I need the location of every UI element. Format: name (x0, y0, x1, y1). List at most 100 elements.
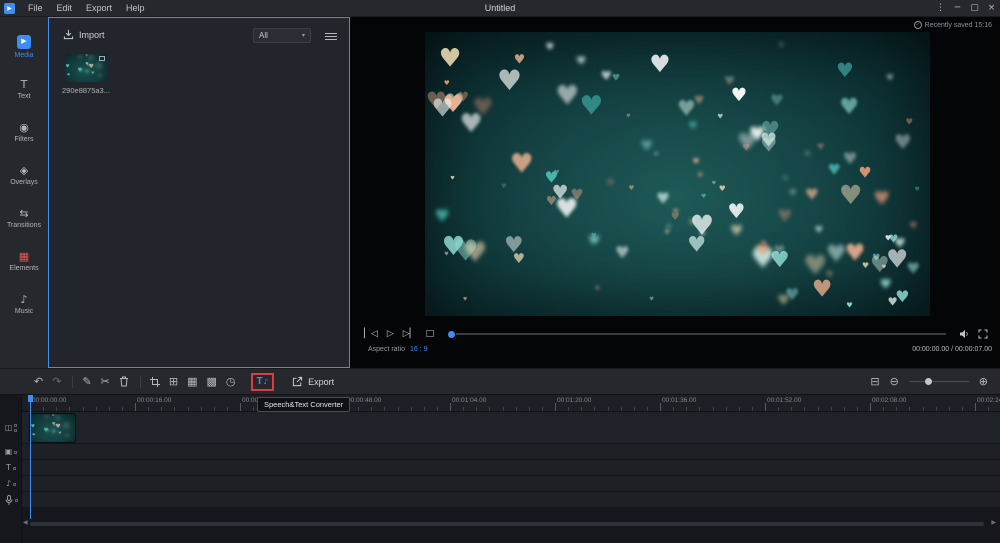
volume-icon[interactable] (959, 329, 970, 339)
video-track-header[interactable]: ◫ (0, 412, 22, 444)
import-button[interactable]: Import (63, 29, 105, 40)
ruler-tick (844, 407, 845, 411)
zoom-frame-icon[interactable]: ⊞ (169, 376, 178, 387)
heart-shape: ♥ (805, 153, 810, 159)
ruler-tick (83, 407, 84, 411)
play-button[interactable]: ▷ (387, 330, 394, 339)
track-lock-icons[interactable] (13, 467, 16, 470)
text-track[interactable] (22, 460, 1000, 476)
zoom-out-icon[interactable]: ⊖ (890, 376, 899, 387)
heart-shape: ♥ (463, 239, 488, 266)
sidebar-item-text[interactable]: T Text (0, 68, 48, 111)
duration-icon[interactable]: ◷ (226, 376, 236, 387)
heart-shape: ♥ (777, 294, 790, 308)
music-track-header[interactable]: ♪ (0, 476, 22, 492)
speech-text-converter-button[interactable]: T ♪ (251, 373, 275, 391)
crop-icon[interactable] (150, 377, 160, 387)
timeline-video-clip[interactable]: ♥♥♥♥♥♥♥♥♥♥♥♥♥♥♥♥ (30, 414, 75, 442)
sidebar-item-transitions[interactable]: ⇆ Transitions (0, 197, 48, 240)
heart-shape: ♥ (85, 70, 89, 74)
music-track[interactable] (22, 476, 1000, 492)
voice-track[interactable] (22, 492, 1000, 508)
menu-edit[interactable]: Edit (50, 3, 80, 13)
heart-shape: ♥ (442, 93, 463, 117)
more-options-icon[interactable]: ⋮ (932, 3, 949, 13)
sidebar-item-elements[interactable]: ▦ Elements (0, 240, 48, 283)
menu-help[interactable]: Help (119, 3, 152, 13)
fit-timeline-icon[interactable]: ⊟ (870, 376, 879, 387)
pip-track-header[interactable]: ▣ (0, 444, 22, 460)
video-track[interactable] (22, 412, 1000, 444)
zoom-in-icon[interactable]: ⊕ (979, 376, 988, 387)
undo-icon[interactable]: ↶ (34, 376, 43, 387)
zoom-slider-knob[interactable] (925, 378, 932, 385)
music-track-icon: ♪ (6, 480, 11, 488)
pip-track[interactable] (22, 444, 1000, 460)
previous-frame-button[interactable]: ▏◁ (364, 330, 378, 339)
recently-saved-text: Recently saved 15:16 (925, 22, 992, 29)
mosaic-icon[interactable]: ▩ (207, 376, 217, 387)
ruler-tick (529, 407, 530, 411)
redo-icon[interactable]: ↷ (52, 376, 61, 387)
heart-shape: ♥ (78, 55, 81, 59)
scroll-right-icon[interactable]: ▶ (991, 519, 996, 526)
heart-shape: ♥ (513, 253, 525, 267)
track-lock-icons[interactable] (15, 499, 18, 502)
seek-handle[interactable] (448, 331, 455, 338)
ruler-tick (883, 407, 884, 411)
sidebar-item-media[interactable]: ▶ Media (0, 25, 48, 68)
heart-shape: ♥ (858, 167, 871, 182)
aspect-ratio-value[interactable]: 16 : 9 (410, 346, 428, 353)
maximize-button[interactable]: ▢ (966, 3, 983, 13)
seek-bar[interactable] (448, 331, 946, 338)
heart-shape: ♥ (839, 96, 859, 118)
track-lock-icons[interactable] (14, 424, 17, 432)
heart-shape: ♥ (783, 176, 788, 182)
playhead[interactable] (30, 395, 31, 519)
heart-shape: ♥ (844, 242, 865, 265)
text-track-header[interactable]: T (0, 460, 22, 476)
ruler-tick (949, 407, 950, 411)
heart-shape: ♥ (58, 432, 61, 436)
cut-icon[interactable]: ✂ (101, 376, 110, 387)
horizontal-scrollbar[interactable] (30, 522, 984, 526)
ruler-tick (608, 407, 609, 411)
sidebar-item-overlays[interactable]: ◈ Overlays (0, 154, 48, 197)
track-lock-icons[interactable] (14, 451, 17, 454)
heart-shape: ♥ (66, 66, 70, 71)
heart-shape: ♥ (472, 96, 493, 120)
ruler-tick (201, 407, 202, 411)
minimize-button[interactable]: ─ (949, 3, 966, 13)
grid-icon[interactable]: ▦ (187, 376, 197, 387)
edit-icon[interactable]: ✎ (82, 376, 91, 387)
heart-shape: ♥ (886, 74, 894, 83)
ruler-tick (516, 407, 517, 411)
text-icon: T (21, 79, 28, 90)
export-button[interactable]: Export (292, 376, 334, 387)
menu-export[interactable]: Export (79, 3, 119, 13)
recently-saved-status: ✓ Recently saved 15:16 (914, 21, 992, 29)
video-preview: ♥♥♥♥♥♥♥♥♥♥♥♥♥♥♥♥♥♥♥♥♥♥♥♥♥♥♥♥♥♥♥♥♥♥♥♥♥♥♥♥… (425, 32, 930, 316)
delete-icon[interactable] (119, 376, 129, 387)
zoom-slider[interactable] (909, 381, 969, 382)
sidebar-item-filters[interactable]: ◉ Filters (0, 111, 48, 154)
list-view-icon[interactable] (325, 31, 337, 42)
sidebar-item-label: Media (14, 52, 33, 59)
track-lock-icons[interactable] (13, 483, 16, 486)
heart-shape: ♥ (504, 235, 524, 257)
close-button[interactable]: × (983, 3, 1000, 13)
stop-button[interactable]: □ (426, 330, 435, 339)
sidebar-item-music[interactable]: ♪ Music (0, 283, 48, 326)
voice-track-header[interactable] (0, 492, 22, 508)
seek-track[interactable] (456, 333, 946, 335)
ruler-tick (647, 407, 648, 411)
fullscreen-icon[interactable] (978, 329, 988, 339)
next-frame-button[interactable]: ▷▏ (403, 330, 417, 339)
media-item-thumbnail[interactable]: ♥♥♥♥♥♥♥♥♥♥♥♥♥♥♥♥ (65, 54, 107, 82)
microphone-icon (5, 495, 13, 505)
menu-file[interactable]: File (21, 3, 50, 13)
media-filter-dropdown[interactable]: All ▾ (253, 28, 311, 43)
heart-shape: ♥ (79, 70, 82, 74)
scroll-left-icon[interactable]: ◀ (23, 519, 28, 526)
timeline-ruler[interactable]: 00:00:00.00 00:00:16.00 00:00:32.00 00:0… (22, 395, 1000, 412)
